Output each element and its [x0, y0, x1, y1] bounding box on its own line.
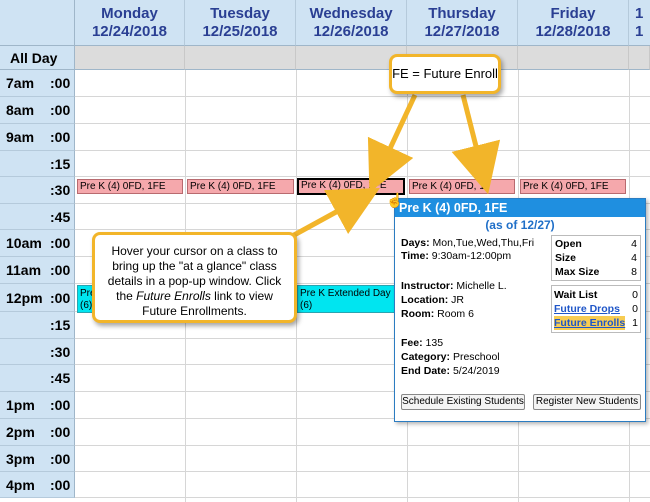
stat-open: Open 4 — [555, 238, 637, 250]
future-enrolls-link[interactable]: Future Enrolls — [554, 316, 626, 330]
popup-waitlist-box: Wait List 0 Future Drops 0 Future Enrolls 1 — [551, 285, 641, 333]
callout-fe-definition: FE = Future Enroll — [389, 54, 501, 94]
popup-as-of: (as of 12/27) — [485, 218, 555, 232]
arrow-to-event — [283, 187, 380, 243]
future-drops-link[interactable]: Future Drops — [554, 302, 620, 316]
arrow-to-wednesday — [367, 93, 418, 193]
popup-fee: Fee: 135 — [401, 337, 444, 349]
popup-days: Days: Mon,Tue,Wed,Thu,Fri — [401, 237, 535, 249]
stat-future-enrolls: Future Enrolls 1 — [554, 316, 638, 330]
stat-future-drops: Future Drops 0 — [554, 302, 638, 316]
schedule-existing-students-button[interactable]: Schedule Existing Students — [401, 394, 525, 410]
register-new-students-button[interactable]: Register New Students — [533, 394, 641, 410]
popup-capacity-box: Open 4 Size 4 Max Size 8 — [551, 235, 641, 281]
popup-instructor: Instructor: Michelle L. — [401, 280, 507, 292]
popup-time: Time: 9:30am-12:00pm — [401, 250, 512, 262]
popup-title: Pre K (4) 0FD, 1FE — [395, 199, 645, 217]
callout-emphasis: Future Enrolls — [136, 289, 211, 303]
popup-room: Room: Room 6 — [401, 308, 474, 320]
hand-cursor-icon: ☝ — [386, 192, 404, 208]
stat-wait-list: Wait List 0 — [554, 289, 638, 301]
popup-location: Location: JR — [401, 294, 465, 306]
arrow-to-thursday — [451, 94, 501, 195]
stat-max-size: Max Size 8 — [555, 266, 637, 278]
stat-size: Size 4 — [555, 252, 637, 264]
class-details-popup: Pre K (4) 0FD, 1FE (as of 12/27) Days: M… — [394, 198, 646, 422]
popup-category: Category: Preschool — [401, 351, 500, 363]
popup-end-date: End Date: 5/24/2019 — [401, 365, 500, 377]
callout-hover-instructions: Hover your cursor on a class to bring up… — [92, 232, 297, 323]
